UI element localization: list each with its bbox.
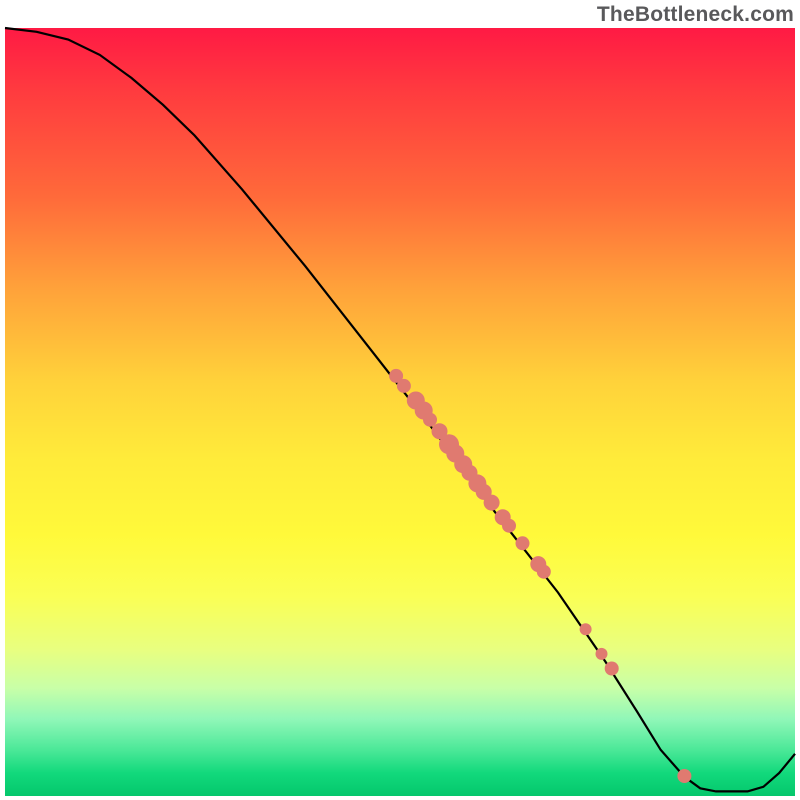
bottleneck-chart: TheBottleneck.com [0,0,800,800]
chart-svg [5,28,795,796]
bottleneck-curve [5,28,795,791]
data-point [484,495,500,511]
data-point [423,413,437,427]
data-point [677,769,691,783]
plot-area [5,28,795,796]
data-point [596,648,608,660]
marker-group [389,369,691,783]
watermark-text: TheBottleneck.com [597,3,794,27]
data-point [516,536,530,550]
data-point [537,565,551,579]
data-point [397,379,411,393]
data-point [580,623,592,635]
data-point [502,519,516,533]
data-point [605,662,619,676]
